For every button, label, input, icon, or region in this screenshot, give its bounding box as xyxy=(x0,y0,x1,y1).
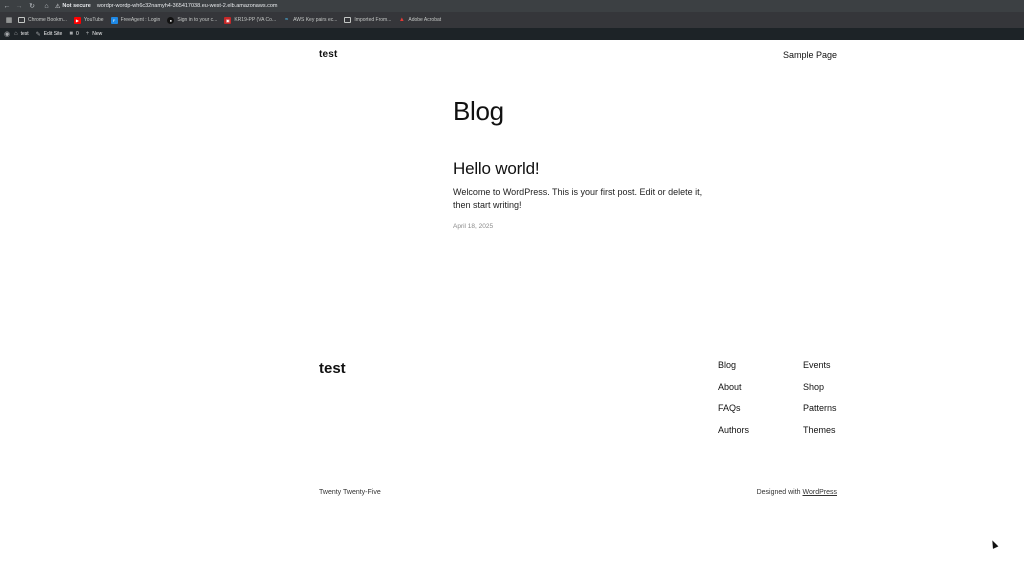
plus-icon: + xyxy=(85,31,90,37)
comment-icon: ■ xyxy=(69,31,73,37)
footer-link-about[interactable]: About xyxy=(718,381,749,403)
back-arrow-icon[interactable]: ← xyxy=(1,0,13,12)
pencil-icon: ✎ xyxy=(35,31,41,38)
footer-credit: Designed with WordPress xyxy=(756,489,838,496)
folder-icon xyxy=(18,17,25,23)
apps-grid-icon[interactable]: ▦ xyxy=(0,16,18,24)
footer-nav-column-1: Blog About FAQs Authors xyxy=(718,359,749,445)
post-title[interactable]: Hello world! xyxy=(453,159,540,179)
acrobat-icon: ▲ xyxy=(398,17,405,23)
footer-nav-column-2: Events Shop Patterns Themes xyxy=(803,359,837,445)
aws-icon: ≈ xyxy=(284,17,289,23)
reload-icon[interactable]: ↻ xyxy=(25,0,39,12)
footer-theme-name: Twenty Twenty-Five xyxy=(319,489,381,496)
folder-icon xyxy=(344,17,352,23)
admin-bar-comments[interactable]: ■ 0 xyxy=(69,31,78,37)
footer-link-themes[interactable]: Themes xyxy=(803,424,837,446)
footer-link-blog[interactable]: Blog xyxy=(718,359,749,381)
github-icon: ● xyxy=(167,16,175,24)
home-icon: ⌂ xyxy=(14,31,18,37)
wp-admin-bar: ◉ ⌂ test ✎ Edit Site ■ 0 + New xyxy=(0,28,1024,40)
wordpress-link[interactable]: WordPress xyxy=(803,489,838,496)
browser-toolbar: ← → ↻ ⌂ ⚠ Not secure wordpr-wordp-wh6c32… xyxy=(0,0,1024,12)
page-title: Blog xyxy=(453,96,504,126)
footer-link-authors[interactable]: Authors xyxy=(718,424,749,446)
mouse-cursor-icon xyxy=(989,539,999,549)
warning-icon: ⚠ xyxy=(55,3,61,10)
bookmark-item[interactable]: Chrome Bookm... xyxy=(18,17,67,23)
footer-link-patterns[interactable]: Patterns xyxy=(803,402,837,424)
kr-icon: ▣ xyxy=(224,16,232,24)
footer-link-events[interactable]: Events xyxy=(803,359,837,381)
footer-site-title[interactable]: test xyxy=(319,360,346,377)
bookmark-item[interactable]: F FreeAgent : Login xyxy=(110,16,160,24)
security-indicator[interactable]: ⚠ Not secure xyxy=(55,3,97,10)
bookmark-item[interactable]: ≈ AWS Key pairs ec... xyxy=(283,17,337,24)
site-title[interactable]: test xyxy=(319,49,338,60)
footer-link-shop[interactable]: Shop xyxy=(803,381,837,403)
bookmarks-bar: ▦ Chrome Bookm... ▶ YouTube F FreeAgent : … xyxy=(0,12,1024,28)
post-date: April 18, 2025 xyxy=(453,223,494,230)
security-label: Not secure xyxy=(62,3,91,9)
admin-bar-new[interactable]: + New xyxy=(86,31,103,37)
admin-bar-edit-site[interactable]: ✎ Edit Site xyxy=(36,31,63,38)
nav-sample-page[interactable]: Sample Page xyxy=(783,50,837,60)
freeagent-icon: F xyxy=(110,16,118,24)
address-bar[interactable]: wordpr-wordp-wh6c32namyh4-365417038.eu-w… xyxy=(97,3,278,9)
wordpress-logo-icon[interactable]: ◉ xyxy=(0,30,14,38)
bookmark-item[interactable]: ▲ Adobe Acrobat xyxy=(398,17,441,24)
bookmark-item[interactable]: ▣ KR19-PP (VA Co... xyxy=(224,16,276,24)
bookmark-item[interactable]: ● Sign in to your c... xyxy=(167,16,217,24)
home-icon[interactable]: ⌂ xyxy=(39,0,54,12)
footer-link-faqs[interactable]: FAQs xyxy=(718,402,749,424)
forward-arrow-icon[interactable]: → xyxy=(13,0,25,12)
post-excerpt: Welcome to WordPress. This is your first… xyxy=(453,187,703,210)
admin-bar-site-name[interactable]: ⌂ test xyxy=(14,31,29,37)
bookmark-item[interactable]: ▶ YouTube xyxy=(73,16,104,24)
bookmark-item[interactable]: Imported From... xyxy=(344,17,391,23)
youtube-icon: ▶ xyxy=(73,16,81,24)
